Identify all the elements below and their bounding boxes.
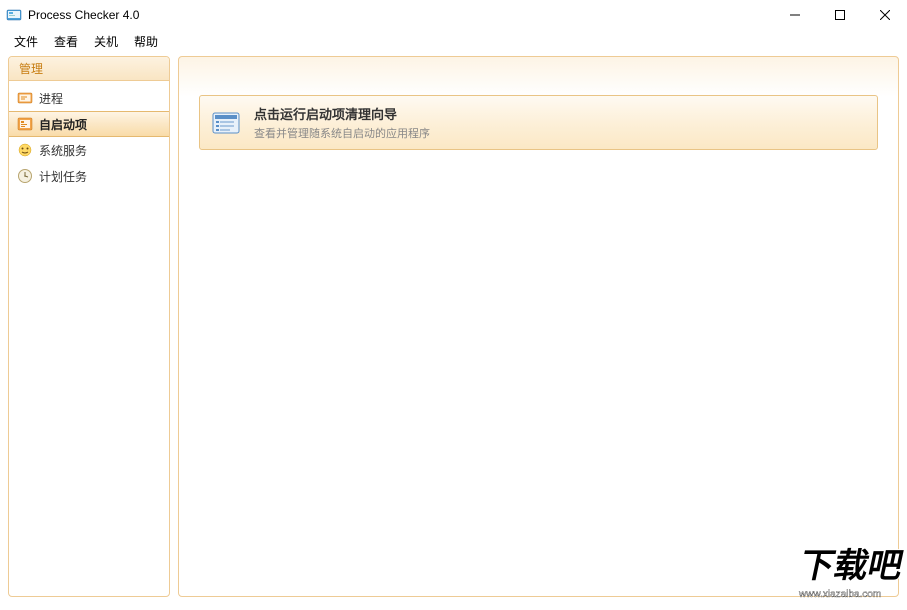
process-icon [17,90,33,106]
sidebar-item-services[interactable]: 系统服务 [9,137,169,163]
card-text: 点击运行启动项清理向导 查看并管理随系统自启动的应用程序 [254,104,430,141]
menubar: 文件 查看 关机 帮助 [0,30,907,52]
wizard-icon [210,107,242,139]
menu-file[interactable]: 文件 [6,31,46,52]
sidebar-item-label: 系统服务 [39,142,87,159]
main-panel: 点击运行启动项清理向导 查看并管理随系统自启动的应用程序 [178,56,899,597]
sidebar-item-scheduled[interactable]: 计划任务 [9,163,169,189]
sidebar-item-label: 计划任务 [39,168,87,185]
services-icon [17,142,33,158]
sidebar: 管理 进程 [8,56,170,597]
close-button[interactable] [862,0,907,30]
sidebar-item-label: 自启动项 [39,116,87,133]
minimize-button[interactable] [772,0,817,30]
sidebar-items: 进程 自启动项 [9,81,169,193]
menu-view[interactable]: 查看 [46,31,86,52]
sidebar-item-process[interactable]: 进程 [9,85,169,111]
titlebar: Process Checker 4.0 [0,0,907,30]
card-description: 查看并管理随系统自启动的应用程序 [254,125,430,141]
window-controls [772,0,907,30]
sidebar-item-label: 进程 [39,90,63,107]
card-title: 点击运行启动项清理向导 [254,104,430,123]
sidebar-header: 管理 [9,57,169,81]
startup-icon [17,116,33,132]
window-title: Process Checker 4.0 [28,8,772,22]
scheduled-icon [17,168,33,184]
menu-help[interactable]: 帮助 [126,31,166,52]
maximize-button[interactable] [817,0,862,30]
menu-shutdown[interactable]: 关机 [86,31,126,52]
sidebar-item-startup[interactable]: 自启动项 [9,111,169,137]
app-icon [6,7,22,23]
startup-wizard-card[interactable]: 点击运行启动项清理向导 查看并管理随系统自启动的应用程序 [199,95,878,150]
content: 管理 进程 [8,56,899,597]
